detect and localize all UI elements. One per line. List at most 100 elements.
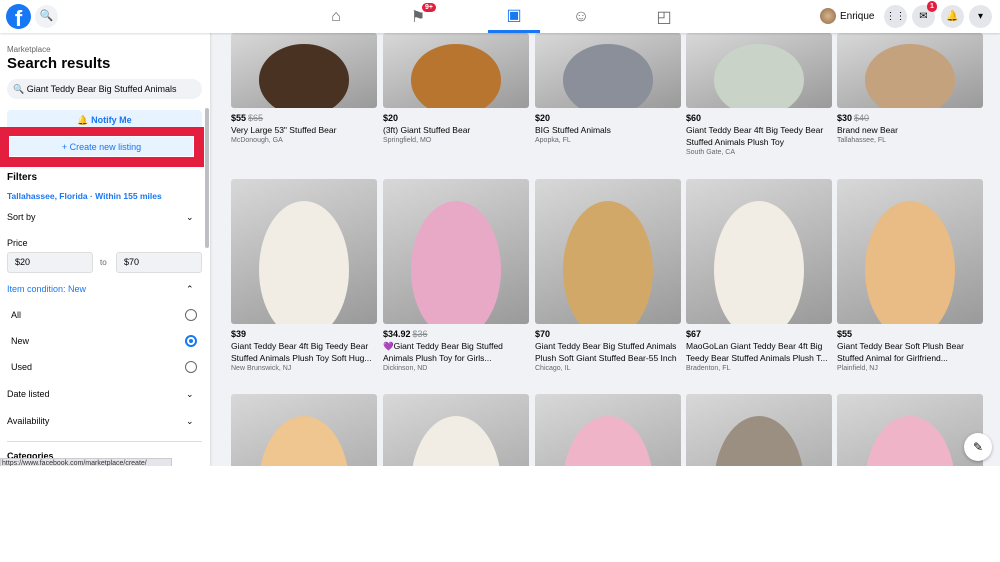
item-condition-toggle[interactable]: Item condition: New xyxy=(7,284,86,294)
price-min-input[interactable]: $20 xyxy=(7,252,93,273)
listing-image[interactable] xyxy=(231,179,377,324)
listing-location: Apopka, FL xyxy=(535,137,571,144)
listing-card[interactable]: $30 $40 Brand new Bear Tallahassee, FL xyxy=(837,33,983,144)
listing-image[interactable] xyxy=(383,179,529,324)
nav-home[interactable]: ⌂ xyxy=(310,0,362,33)
listing-card[interactable]: $20 BIG Stuffed Animals Apopka, FL xyxy=(535,33,681,144)
nav-pages[interactable]: ⚑ 9+ xyxy=(392,0,444,33)
location-filter[interactable]: Tallahassee, Florida · Within 155 miles xyxy=(7,191,162,201)
breadcrumb[interactable]: Marketplace xyxy=(7,45,51,54)
condition-used-label: Used xyxy=(11,362,33,372)
listing-title: Giant Teddy Bear 4ft Big Teedy Bear Stuf… xyxy=(686,125,824,147)
bear-shape xyxy=(563,44,653,108)
original-price: $65 xyxy=(248,113,264,123)
bear-shape xyxy=(259,44,349,108)
condition-used-radio[interactable] xyxy=(185,361,197,373)
chevron-down-icon[interactable]: ⌄ xyxy=(186,212,194,223)
listing-image[interactable] xyxy=(686,394,832,466)
listing-image[interactable] xyxy=(837,394,983,466)
listing-title: Brand new Bear xyxy=(837,125,898,135)
bear-shape xyxy=(865,200,955,324)
listing-image[interactable] xyxy=(231,394,377,466)
listing-card[interactable] xyxy=(383,394,529,466)
listing-location: Chicago, IL xyxy=(535,365,571,372)
listing-card[interactable] xyxy=(686,394,832,466)
condition-new-label: New xyxy=(11,336,30,346)
listing-card[interactable]: $55 Giant Teddy Bear Soft Plush Bear Stu… xyxy=(837,179,983,372)
listing-card[interactable]: $67 MaoGoLan Giant Teddy Bear 4ft Big Te… xyxy=(686,179,832,372)
user-name: Enrique xyxy=(840,10,875,22)
listing-card[interactable] xyxy=(837,394,983,466)
listing-location: McDonough, GA xyxy=(231,137,283,144)
search-value: Giant Teddy Bear Big Stuffed Animals xyxy=(26,84,177,94)
bear-shape xyxy=(865,415,955,466)
condition-new-radio[interactable] xyxy=(185,335,197,347)
price-to-label: to xyxy=(100,258,107,267)
listing-image[interactable] xyxy=(535,394,681,466)
account-menu-chevron-icon[interactable]: ▾ xyxy=(969,5,992,28)
listing-image[interactable] xyxy=(535,33,681,108)
chevron-up-icon[interactable]: ⌃ xyxy=(186,284,194,295)
listing-location: Dickinson, ND xyxy=(383,365,428,372)
original-price: $40 xyxy=(854,113,870,123)
menu-grid-icon[interactable]: ⋮⋮ xyxy=(884,5,907,28)
bear-shape xyxy=(714,200,804,324)
nav-groups[interactable]: ☺ xyxy=(555,0,607,33)
nav-gaming[interactable]: ◰ xyxy=(638,0,690,33)
listing-card[interactable] xyxy=(535,394,681,466)
listing-title: 💜Giant Teddy Bear Big Stuffed Animals Pl… xyxy=(383,341,503,363)
listing-image[interactable] xyxy=(383,33,529,108)
listing-price: $67 xyxy=(686,329,702,339)
bell-icon[interactable]: 🔔 xyxy=(941,5,964,28)
listing-location: New Brunswick, NJ xyxy=(231,365,292,372)
listing-card[interactable]: $20 (3ft) Giant Stuffed Bear Springfield… xyxy=(383,33,529,144)
listing-card[interactable]: $70 Giant Teddy Bear Big Stuffed Animals… xyxy=(535,179,681,372)
listing-price: $70 xyxy=(535,329,551,339)
price-max-input[interactable]: $70 xyxy=(116,252,202,273)
bear-shape xyxy=(259,415,349,466)
search-input[interactable]: 🔍 Giant Teddy Bear Big Stuffed Animals xyxy=(7,79,202,99)
bear-shape xyxy=(411,200,501,324)
sort-by-dropdown[interactable]: Sort by xyxy=(7,212,36,222)
nav-marketplace[interactable]: ▣ xyxy=(488,0,540,33)
listing-image[interactable] xyxy=(686,179,832,324)
listing-price: $39 xyxy=(231,329,247,339)
compose-edit-icon[interactable]: ✎ xyxy=(964,433,992,461)
condition-all-radio[interactable] xyxy=(185,309,197,321)
listing-title: Giant Teddy Bear Soft Plush Bear Stuffed… xyxy=(837,341,964,363)
notification-badge: 9+ xyxy=(422,3,436,12)
listing-title: (3ft) Giant Stuffed Bear xyxy=(383,125,471,135)
chevron-down-icon[interactable]: ⌄ xyxy=(186,416,194,427)
facebook-logo[interactable]: f xyxy=(6,4,31,29)
availability-dropdown[interactable]: Availability xyxy=(7,416,49,426)
messenger-icon[interactable]: ✉ 1 xyxy=(912,1,937,28)
bear-shape xyxy=(259,200,349,324)
sidebar-scrollbar[interactable] xyxy=(205,108,209,248)
listing-image[interactable] xyxy=(837,33,983,108)
divider xyxy=(7,441,202,442)
filters-sidebar: Marketplace Search results 🔍 Giant Teddy… xyxy=(0,33,210,466)
listing-price: $30 $40 xyxy=(837,113,870,123)
listing-price: $55 $65 xyxy=(231,113,264,123)
listing-price: $34.92 $36 xyxy=(383,329,428,339)
listing-image[interactable] xyxy=(231,33,377,108)
profile-link[interactable]: Enrique xyxy=(820,8,874,24)
listing-card[interactable]: $60 Giant Teddy Bear 4ft Big Teedy Bear … xyxy=(686,33,832,156)
avatar xyxy=(820,8,836,24)
listing-card[interactable]: $55 $65 Very Large 53" Stuffed Bear McDon… xyxy=(231,33,377,144)
bear-shape xyxy=(563,200,653,324)
search-icon[interactable]: 🔍 xyxy=(35,5,58,28)
listing-image[interactable] xyxy=(837,179,983,324)
original-price: $36 xyxy=(412,329,428,339)
date-listed-dropdown[interactable]: Date listed xyxy=(7,389,50,399)
listing-price: $20 xyxy=(535,113,551,123)
notify-label: Notify Me xyxy=(91,115,132,125)
listing-image[interactable] xyxy=(383,394,529,466)
listing-image[interactable] xyxy=(686,33,832,108)
create-new-listing-button[interactable]: + Create new listing xyxy=(9,136,194,157)
chevron-down-icon[interactable]: ⌄ xyxy=(186,389,194,400)
listing-card[interactable]: $34.92 $36 💜Giant Teddy Bear Big Stuffed … xyxy=(383,179,529,372)
listing-card[interactable] xyxy=(231,394,377,466)
listing-card[interactable]: $39 Giant Teddy Bear 4ft Big Teedy Bear … xyxy=(231,179,377,372)
listing-image[interactable] xyxy=(535,179,681,324)
